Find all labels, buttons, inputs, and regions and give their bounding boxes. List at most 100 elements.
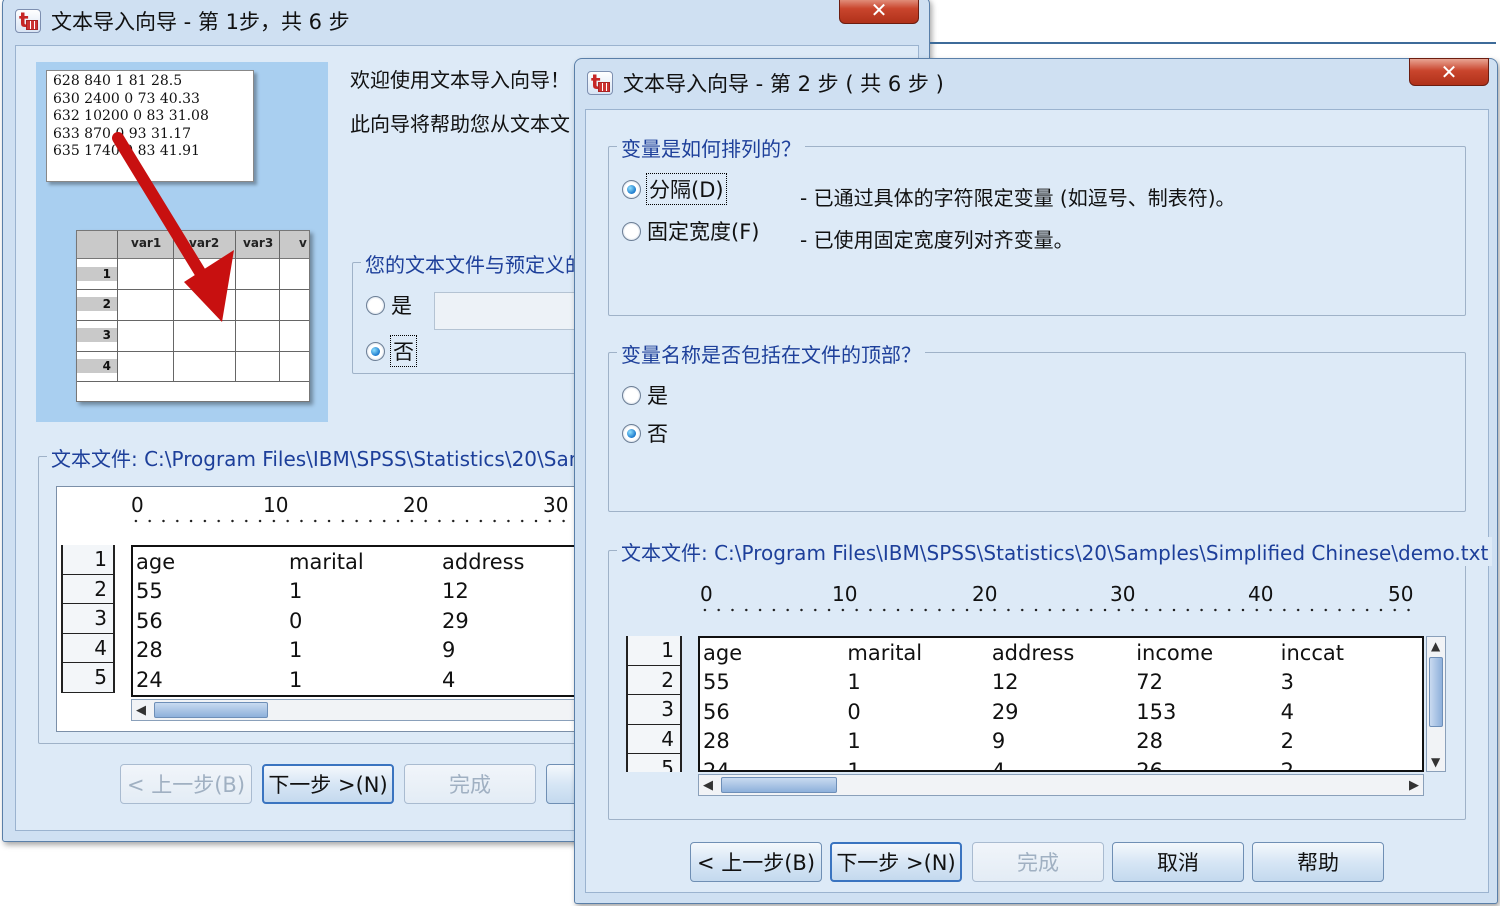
scroll-thumb[interactable] xyxy=(721,777,837,793)
delimited-radio[interactable]: 分隔(D) xyxy=(622,173,727,205)
col-header: v xyxy=(299,236,307,250)
cell: address xyxy=(442,549,525,574)
file-path-label: 文本文件: C:\Program Files\IBM\SPSS\Statisti… xyxy=(47,443,593,472)
cancel-button[interactable]: 取消 xyxy=(1112,842,1244,882)
back-button[interactable]: < 上一步(B) xyxy=(690,842,822,882)
ruler-mark: 0 xyxy=(700,582,713,606)
row-number: 3 xyxy=(628,695,680,725)
cell: 28 xyxy=(1136,729,1163,754)
vertical-scrollbar[interactable]: ▲ ▼ xyxy=(1426,636,1446,772)
row-number: 4 xyxy=(77,359,117,373)
table-row: 28 1 9 28 2 xyxy=(700,727,1422,757)
row-number: 5 xyxy=(628,754,680,772)
ruler xyxy=(698,606,1420,614)
predefined-yes-radio[interactable]: 是 xyxy=(366,290,412,320)
names-yes-radio[interactable]: 是 xyxy=(622,380,668,410)
cell: 28 xyxy=(703,729,730,754)
text-line: 632 10200 0 83 31.08 xyxy=(53,108,209,124)
back-button[interactable]: < 上一步(B) xyxy=(120,764,252,804)
grid-line xyxy=(279,231,280,381)
radio-label: 分隔(D) xyxy=(646,173,727,205)
radio-dot[interactable] xyxy=(366,341,385,361)
cell: 56 xyxy=(703,699,730,724)
cell: 9 xyxy=(991,729,1006,754)
cell: 55 xyxy=(136,579,163,604)
radio-dot[interactable] xyxy=(622,221,641,241)
row-number: 2 xyxy=(63,574,113,604)
window-title: 文本导入向导 - 第 2 步 ( 共 6 步 ) xyxy=(623,72,944,96)
cell: 29 xyxy=(442,608,469,633)
cell: 4 xyxy=(442,667,456,692)
title-bar[interactable]: t 文本导入向导 - 第 1步，共 6 步 xyxy=(3,1,929,41)
row-number: 1 xyxy=(628,636,680,666)
text-line: 630 2400 0 73 40.33 xyxy=(53,90,200,107)
help-button[interactable]: 帮助 xyxy=(1252,842,1384,882)
import-arrow-icon xyxy=(112,132,234,322)
cell: income xyxy=(1136,640,1214,665)
radio-dot[interactable] xyxy=(366,295,385,315)
close-button[interactable]: ✕ xyxy=(1409,58,1489,86)
cell: 1 xyxy=(289,579,303,604)
fixed-width-radio[interactable]: 固定宽度(F) xyxy=(622,216,759,246)
radio-dot[interactable] xyxy=(622,179,641,199)
cell: age xyxy=(703,640,743,665)
cell: 0 xyxy=(847,699,861,724)
next-button[interactable]: 下一步 >(N) xyxy=(830,842,962,882)
scroll-left-icon[interactable]: ◀ xyxy=(136,703,146,718)
finish-button[interactable]: 完成 xyxy=(972,842,1104,882)
close-button[interactable]: ✕ xyxy=(839,0,919,24)
cell: 24 xyxy=(136,667,163,692)
cell: 72 xyxy=(1136,670,1163,695)
data-preview-grid: age marital address income inccat 55 1 1… xyxy=(698,636,1424,772)
radio-dot[interactable] xyxy=(622,423,641,443)
row-number: 2 xyxy=(628,665,680,695)
scroll-thumb[interactable] xyxy=(1429,657,1443,727)
cell: 12 xyxy=(991,670,1019,695)
table-row: 56 0 29 153 4 xyxy=(700,697,1422,727)
cell: 2 xyxy=(1280,729,1294,754)
finish-button[interactable]: 完成 xyxy=(404,764,536,804)
next-button[interactable]: 下一步 >(N) xyxy=(262,764,394,804)
scroll-left-icon[interactable]: ◀ xyxy=(703,778,713,793)
cell: 1 xyxy=(289,638,303,663)
radio-dot[interactable] xyxy=(622,385,641,405)
cell: marital xyxy=(847,640,923,665)
cell: 9 xyxy=(442,638,456,663)
table-row: age marital address income inccat xyxy=(700,638,1422,668)
row-number: 3 xyxy=(63,604,113,634)
spss-app-icon: t xyxy=(15,9,41,33)
row-number: 4 xyxy=(628,724,680,754)
title-bar[interactable]: t 文本导入向导 - 第 2 步 ( 共 6 步 ) xyxy=(575,63,1497,103)
scroll-down-icon[interactable]: ▼ xyxy=(1431,755,1440,769)
ruler-mark: 30 xyxy=(1110,582,1136,606)
wizard-window-step2: t 文本导入向导 - 第 2 步 ( 共 6 步 ) ✕ 变量是如何排列的？ 分… xyxy=(574,58,1498,904)
ruler-mark: 10 xyxy=(832,582,858,606)
radio-label: 否 xyxy=(390,335,417,367)
cell: inccat xyxy=(1280,640,1344,665)
ruler-mark: 10 xyxy=(263,493,289,517)
radio-label: 是 xyxy=(647,384,668,408)
cell: 4 xyxy=(991,758,1006,772)
cell: 28 xyxy=(136,638,163,663)
table-row: 24 1 4 26 2 xyxy=(700,756,1422,772)
scroll-up-icon[interactable]: ▲ xyxy=(1431,639,1440,653)
cell: 4 xyxy=(1280,699,1294,724)
row-number: 4 xyxy=(63,633,113,663)
cell: 29 xyxy=(991,699,1019,724)
predefined-no-radio[interactable]: 否 xyxy=(366,335,417,367)
ruler-mark: 40 xyxy=(1248,582,1274,606)
grid-line xyxy=(77,381,309,382)
names-no-radio[interactable]: 否 xyxy=(622,418,668,448)
scroll-right-icon[interactable]: ▶ xyxy=(1409,778,1419,793)
scroll-thumb[interactable] xyxy=(154,702,268,718)
fixed-description: - 已使用固定宽度列对齐变量。 xyxy=(800,228,1074,252)
group-label: 变量是如何排列的？ xyxy=(617,133,805,162)
horizontal-scrollbar[interactable]: ◀ ▶ xyxy=(698,774,1424,796)
radio-label: 固定宽度(F) xyxy=(647,220,760,244)
cell: 24 xyxy=(703,758,730,772)
table-row: 55 1 12 72 3 xyxy=(700,668,1422,698)
cell: 1 xyxy=(847,670,861,695)
ruler-mark: 0 xyxy=(131,493,144,517)
background-window-edge xyxy=(930,42,1496,44)
file-path-label: 文本文件: C:\Program Files\IBM\SPSS\Statisti… xyxy=(617,537,1493,566)
